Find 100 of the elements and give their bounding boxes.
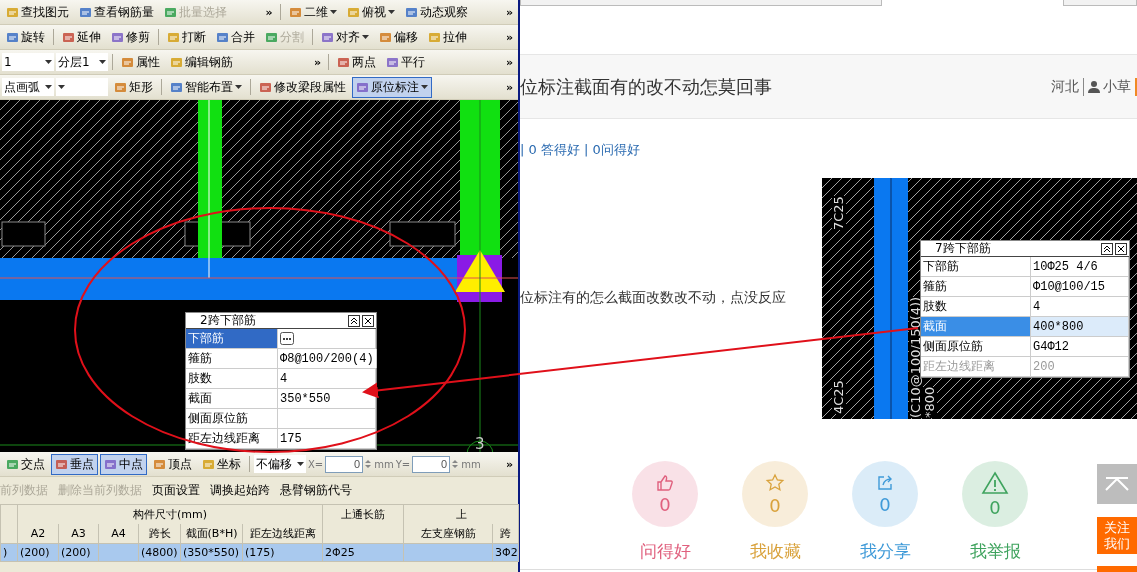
- property-label[interactable]: 箍筋: [186, 349, 278, 368]
- collapse-icon[interactable]: [1101, 242, 1113, 255]
- tool-icon: [259, 80, 272, 94]
- property-value[interactable]: [278, 329, 376, 348]
- back-to-top-button[interactable]: [1097, 464, 1137, 504]
- dropdown-field[interactable]: 分层1: [56, 53, 108, 71]
- coord-field[interactable]: 0: [412, 455, 451, 473]
- toolbar-button[interactable]: 矩形: [110, 76, 157, 98]
- property-value[interactable]: 10Φ25 4/6: [1031, 257, 1129, 276]
- action-label[interactable]: 问得好: [639, 540, 691, 563]
- unit-label: mm: [374, 458, 394, 470]
- table-cell: 2Φ25: [322, 543, 404, 562]
- toolbar-button[interactable]: 二维: [284, 1, 341, 23]
- toolbar-button[interactable]: 智能布置: [166, 76, 246, 98]
- property-label[interactable]: 截面: [186, 389, 278, 408]
- menu-item[interactable]: 页面设置: [152, 482, 200, 499]
- dropdown-field[interactable]: 不偏移: [254, 455, 306, 473]
- property-label[interactable]: 下部筋: [921, 257, 1031, 276]
- dropdown-field[interactable]: 1: [2, 53, 54, 71]
- page-tab[interactable]: [1063, 0, 1137, 6]
- more-button[interactable]: »: [502, 5, 516, 19]
- toolbar-button[interactable]: 合并: [212, 26, 259, 48]
- toolbar-button[interactable]: 拉伸: [424, 26, 471, 48]
- toolbar-button[interactable]: 修剪: [107, 26, 154, 48]
- table-cell: 3Φ2: [492, 543, 519, 562]
- close-icon[interactable]: [1115, 242, 1127, 255]
- chevron-up-icon: [1105, 477, 1129, 491]
- column-header: 左支座钢筋: [403, 524, 493, 544]
- toolbar-button[interactable]: 坐标: [198, 453, 245, 475]
- toolbar-button[interactable]: 修改梁段属性: [255, 76, 350, 98]
- menu-item[interactable]: 调换起始跨: [210, 482, 270, 499]
- more-button[interactable]: »: [262, 5, 276, 19]
- ellipsis-icon[interactable]: [280, 332, 294, 345]
- tool-icon: [288, 5, 302, 19]
- more-button[interactable]: »: [310, 55, 324, 69]
- property-value[interactable]: G4Φ12: [1031, 337, 1129, 356]
- toolbar-button[interactable]: 平行: [382, 51, 429, 73]
- property-value[interactable]: 350*550: [278, 389, 376, 408]
- dropdown-field[interactable]: 点画弧: [2, 78, 54, 96]
- toolbar-button[interactable]: 两点: [333, 51, 380, 73]
- toolbar-button[interactable]: 旋转: [2, 26, 49, 48]
- column-header: 上: [403, 504, 519, 524]
- toolbar-button[interactable]: 原位标注: [352, 76, 432, 98]
- action-count: 0: [659, 493, 671, 515]
- more-button[interactable]: »: [502, 457, 516, 471]
- caret-icon: [387, 10, 395, 14]
- toolbar-button[interactable]: 对齐: [317, 26, 373, 48]
- caret-icon: [421, 85, 428, 89]
- column-header: A3: [58, 524, 99, 544]
- toolbar-button[interactable]: 垂点: [51, 453, 98, 475]
- property-value[interactable]: 400*800: [1031, 317, 1129, 336]
- table-cell: (4800): [138, 543, 181, 562]
- collapse-icon[interactable]: [348, 314, 360, 327]
- user-name[interactable]: 小草: [1103, 77, 1131, 96]
- property-value[interactable]: 4: [278, 369, 376, 388]
- table-cell: [98, 543, 139, 562]
- column-header: 截面(B*H): [180, 524, 243, 544]
- toolbar-button[interactable]: 俯视: [342, 1, 399, 23]
- toolbar-button[interactable]: 偏移: [375, 26, 422, 48]
- toolbar-button[interactable]: 打断: [163, 26, 210, 48]
- caret-icon: [235, 85, 242, 89]
- property-label[interactable]: 箍筋: [921, 277, 1031, 296]
- tool-icon: [6, 457, 19, 471]
- column-header: A4: [98, 524, 139, 544]
- toolbar-button[interactable]: 编辑钢筋: [166, 51, 237, 73]
- more-button[interactable]: »: [502, 55, 516, 69]
- coord-field[interactable]: 0: [325, 455, 364, 473]
- caret-icon: [99, 60, 106, 64]
- toolbar-button[interactable]: 中点: [100, 453, 147, 475]
- toolbar-button[interactable]: 顶点: [149, 453, 196, 475]
- property-value[interactable]: 4: [1031, 297, 1129, 316]
- user-stats[interactable]: | 0 答得好 | 0问得好: [520, 141, 1137, 159]
- property-value[interactable]: Φ8@100/200(4): [278, 349, 377, 368]
- toolbar-button[interactable]: 延伸: [58, 26, 105, 48]
- table-cell: (200): [17, 543, 59, 562]
- table-cell: (200): [58, 543, 99, 562]
- coord-label: X=: [308, 458, 324, 470]
- toolbar-button[interactable]: 属性: [117, 51, 164, 73]
- property-value[interactable]: Φ10@100/15: [1031, 277, 1129, 296]
- menu-item[interactable]: 悬臂钢筋代号: [280, 482, 352, 499]
- property-label[interactable]: 肢数: [186, 369, 278, 388]
- property-label[interactable]: 肢数: [921, 297, 1031, 316]
- property-label[interactable]: 下部筋: [186, 329, 278, 348]
- caret-icon: [329, 10, 337, 14]
- toolbar-button[interactable]: 交点: [2, 453, 49, 475]
- toolbar-button[interactable]: 查看钢筋量: [75, 1, 158, 23]
- page-tab[interactable]: [520, 0, 882, 6]
- column-header: 跨长: [138, 524, 181, 544]
- property-label[interactable]: 侧面原位筋: [921, 337, 1031, 356]
- share-icon: [876, 473, 894, 492]
- close-icon[interactable]: [362, 314, 374, 327]
- toolbar-button[interactable]: 动态观察: [400, 1, 472, 23]
- property-value[interactable]: 175: [278, 429, 376, 448]
- property-label[interactable]: 侧面原位筋: [186, 409, 278, 428]
- more-button[interactable]: »: [502, 30, 516, 44]
- dropdown-field[interactable]: [56, 78, 108, 96]
- more-button[interactable]: »: [502, 80, 516, 94]
- toolbar-button[interactable]: 查找图元: [2, 1, 73, 23]
- tool-icon: [379, 30, 392, 44]
- tool-icon: [114, 80, 127, 94]
